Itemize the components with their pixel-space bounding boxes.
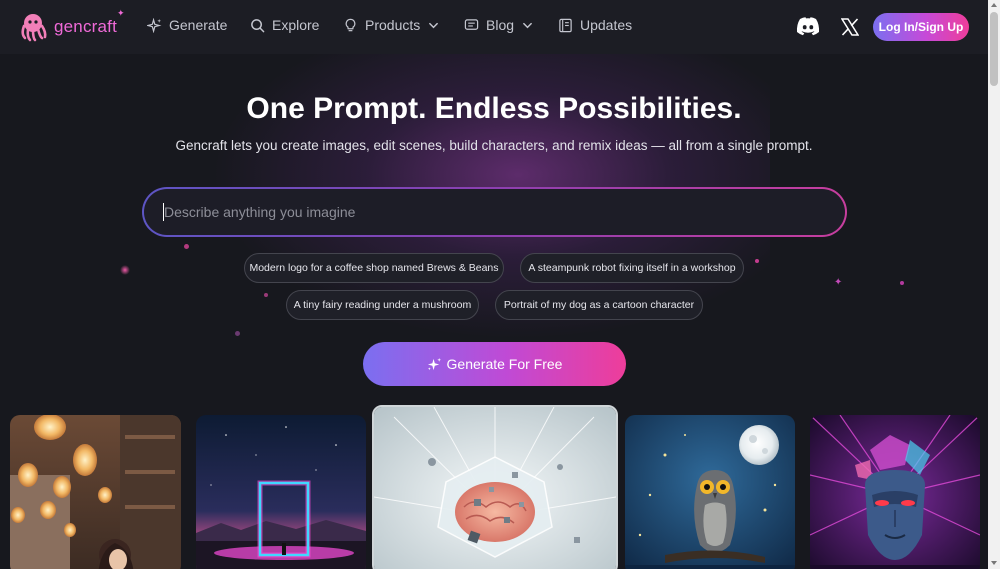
nav-generate[interactable]: Generate	[147, 17, 227, 33]
decorative-sparkle	[900, 281, 904, 285]
nav-explore[interactable]: Explore	[250, 17, 319, 33]
nav-products-label: Products	[365, 17, 421, 33]
gallery-image	[10, 415, 181, 569]
nav-products[interactable]: Products	[343, 17, 446, 33]
gallery-image	[196, 415, 366, 569]
logo-text: gencraft	[54, 17, 118, 36]
prompt-inner	[144, 189, 845, 235]
decorative-sparkle	[264, 293, 268, 297]
gallery-card-crystal-brain[interactable]	[372, 405, 618, 569]
logo[interactable]: gencraft ✦	[18, 8, 125, 42]
discord-icon[interactable]	[796, 17, 820, 36]
scrollbar-thumb[interactable]	[990, 12, 998, 86]
hero-subtitle: Gencraft lets you create images, edit sc…	[175, 138, 813, 153]
sparkles-icon	[147, 17, 162, 33]
gallery-image	[810, 415, 980, 569]
gallery-image	[374, 407, 616, 569]
gallery-card-lantern-cafe-girl[interactable]	[10, 415, 181, 569]
hero-title: One Prompt. Endless Possibilities.	[246, 92, 742, 125]
suggestion-chip[interactable]: A tiny fairy reading under a mushroom	[286, 290, 479, 320]
decorative-sparkle	[184, 244, 189, 249]
sparkles-icon	[427, 357, 441, 370]
decorative-sparkle	[755, 259, 759, 263]
scroll-down-arrow-icon[interactable]	[991, 561, 997, 565]
text-caret	[163, 203, 164, 221]
lightbulb-icon	[345, 18, 356, 31]
octopus-logo-icon	[21, 14, 47, 42]
search-icon	[251, 18, 265, 32]
top-navigation: gencraft ✦ Generate Explore Products Blo…	[0, 0, 988, 54]
login-signup-button[interactable]: Log In/Sign Up	[873, 13, 969, 41]
gallery-image	[625, 415, 795, 569]
chevron-down-icon	[523, 22, 532, 28]
gallery-card-owl-moon-night[interactable]	[625, 415, 795, 569]
decorative-star-icon: ✦	[834, 277, 843, 288]
nav-generate-label: Generate	[169, 17, 228, 33]
decorative-sparkle	[120, 265, 130, 275]
nav-explore-label: Explore	[272, 17, 320, 33]
generate-for-free-button[interactable]: Generate For Free	[363, 342, 626, 386]
gallery-card-neon-portal-desert[interactable]	[196, 415, 366, 569]
scroll-up-arrow-icon[interactable]	[991, 3, 997, 7]
suggestion-chip[interactable]: A steampunk robot fixing itself in a wor…	[520, 253, 744, 283]
suggestion-chip[interactable]: Modern logo for a coffee shop named Brew…	[244, 253, 504, 283]
nav-blog[interactable]: Blog	[464, 17, 540, 33]
nav-blog-label: Blog	[486, 17, 515, 33]
chat-icon	[464, 18, 479, 30]
nav-updates-label: Updates	[580, 17, 633, 33]
nav-updates[interactable]: Updates	[558, 17, 632, 33]
prompt-input[interactable]	[164, 204, 845, 220]
x-icon[interactable]	[841, 18, 859, 36]
page-scrollbar[interactable]	[988, 0, 1000, 569]
gallery-card-cyberpunk-face[interactable]	[810, 415, 980, 569]
suggestion-chip[interactable]: Portrait of my dog as a cartoon characte…	[495, 290, 703, 320]
generate-button-label: Generate For Free	[446, 356, 563, 372]
prompt-box	[142, 187, 847, 237]
decorative-sparkle	[235, 331, 240, 336]
book-icon	[559, 18, 572, 32]
chevron-down-icon	[429, 22, 439, 28]
logo-sparkle-icon: ✦	[117, 8, 125, 18]
